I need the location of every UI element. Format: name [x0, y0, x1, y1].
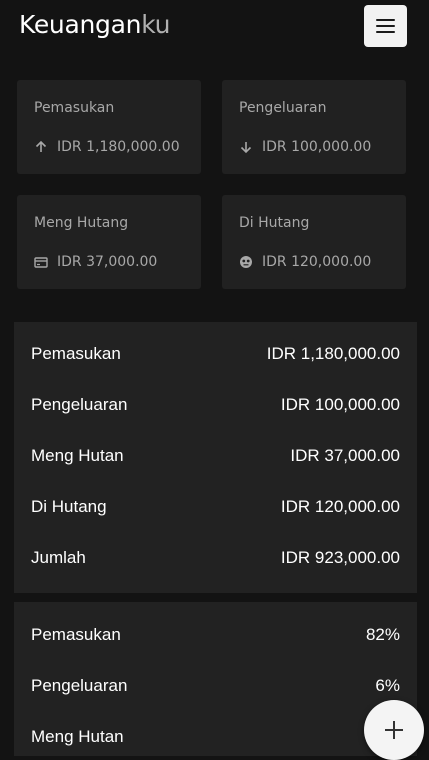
percentage-row: Meng Hutan [31, 726, 400, 748]
brand-accent: ku [141, 10, 171, 39]
summary-label: Jumlah [31, 548, 86, 567]
summary-label: Pengeluaran [31, 395, 128, 414]
summary-row: Meng Hutan IDR 37,000.00 [31, 445, 400, 467]
card-title: Meng Hutang [34, 215, 129, 231]
percentage-label: Pemasukan [31, 625, 121, 644]
menu-toggle-button[interactable] [364, 5, 407, 47]
summary-value: IDR 1,180,000.00 [266, 344, 400, 363]
card-value-row: IDR 100,000.00 [239, 139, 371, 155]
summary-value: IDR 37,000.00 [290, 446, 400, 465]
credit-card-icon [34, 257, 48, 268]
card-pemasukan: Pemasukan IDR 1,180,000.00 [17, 80, 201, 174]
card-value-row: IDR 37,000.00 [34, 254, 157, 270]
debt-face-icon [240, 256, 252, 268]
arrow-up-icon [35, 140, 47, 152]
summary-row: Pengeluaran IDR 100,000.00 [31, 394, 400, 416]
app-brand[interactable]: Keuanganku [19, 10, 170, 39]
card-value: IDR 120,000.00 [262, 254, 372, 270]
card-value-row: IDR 1,180,000.00 [34, 139, 180, 155]
brand-main: Keuangan [19, 10, 142, 39]
summary-label: Pemasukan [31, 344, 121, 363]
summary-label: Di Hutang [31, 497, 107, 516]
card-title: Pemasukan [34, 100, 115, 116]
app-header: Keuanganku [0, 0, 429, 52]
summary-value: IDR 923,000.00 [280, 548, 400, 567]
card-di-hutang: Di Hutang IDR 120,000.00 [222, 195, 406, 289]
hamburger-icon [376, 19, 395, 21]
card-value: IDR 1,180,000.00 [57, 139, 180, 155]
summary-row: Pemasukan IDR 1,180,000.00 [31, 343, 400, 365]
summary-row: Di Hutang IDR 120,000.00 [31, 496, 400, 518]
arrow-down-icon [240, 142, 252, 154]
card-value: IDR 100,000.00 [262, 139, 372, 155]
summary-label: Meng Hutan [31, 446, 124, 465]
percentage-panel: Pemasukan 82% Pengeluaran 6% Meng Hutan [14, 602, 417, 756]
percentage-row: Pemasukan 82% [31, 624, 400, 646]
card-pengeluaran: Pengeluaran IDR 100,000.00 [222, 80, 406, 174]
percentage-row: Pengeluaran 6% [31, 675, 400, 697]
card-value: IDR 37,000.00 [57, 254, 158, 270]
card-value-row: IDR 120,000.00 [239, 254, 371, 270]
card-title: Pengeluaran [239, 100, 327, 116]
percentage-value: 6% [375, 676, 400, 695]
percentage-value: 82% [365, 625, 400, 644]
summary-value: IDR 120,000.00 [280, 497, 400, 516]
summary-value: IDR 100,000.00 [280, 395, 400, 414]
percentage-label: Meng Hutan [31, 727, 124, 746]
summary-panel: Pemasukan IDR 1,180,000.00 Pengeluaran IDR… [14, 322, 417, 593]
add-transaction-button[interactable] [364, 700, 424, 760]
summary-row-total: Jumlah IDR 923,000.00 [31, 547, 400, 569]
percentage-label: Pengeluaran [31, 676, 128, 695]
card-title: Di Hutang [239, 215, 310, 231]
card-meng-hutang: Meng Hutang IDR 37,000.00 [17, 195, 201, 289]
